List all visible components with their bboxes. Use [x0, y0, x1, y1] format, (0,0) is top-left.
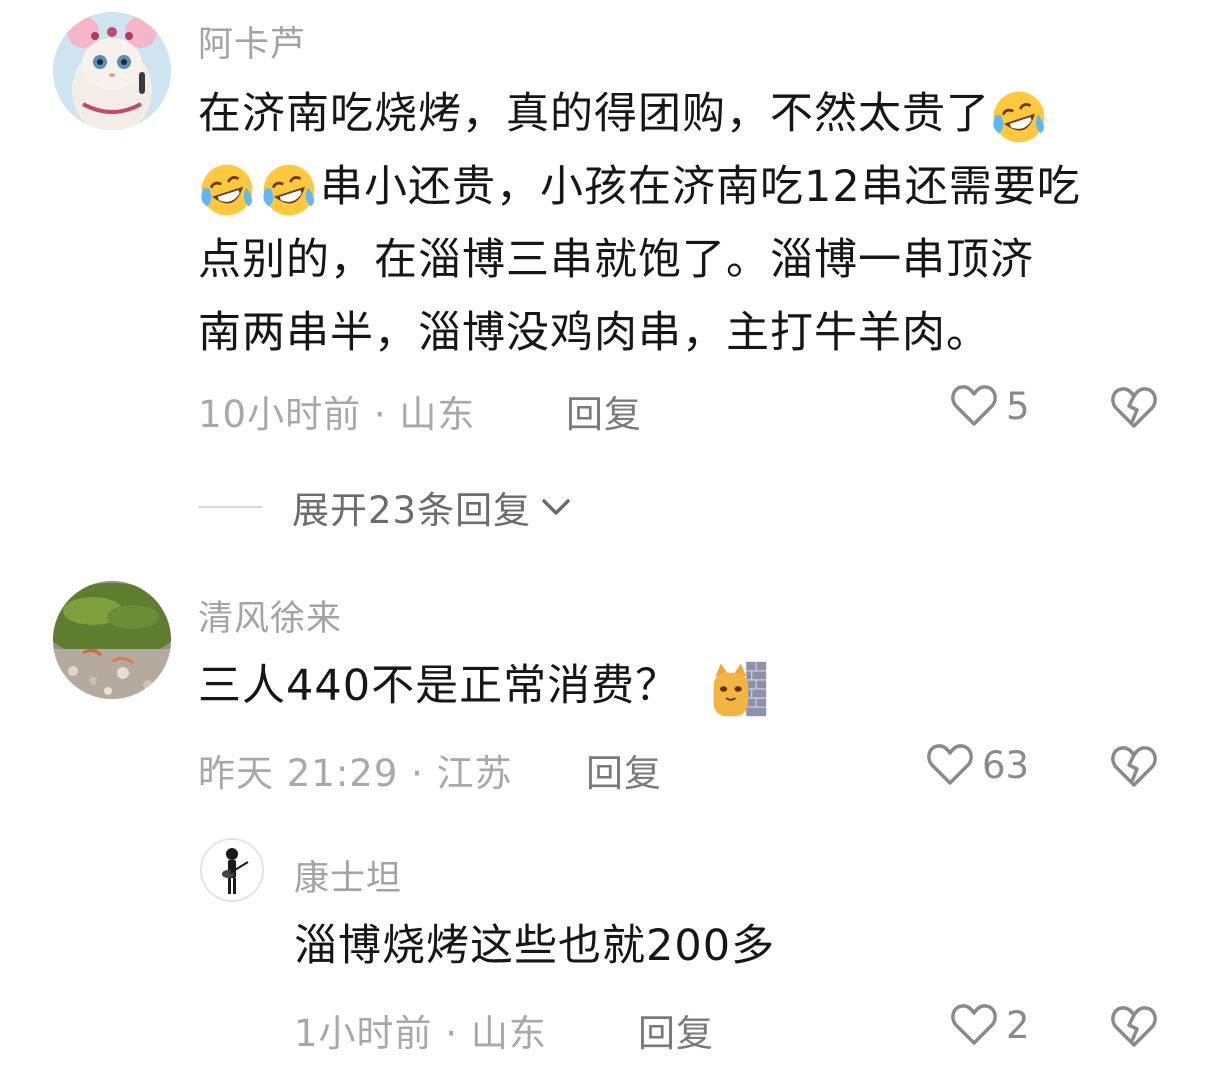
reply-timestamp-location: 1小时前 · 山东: [294, 1012, 547, 1055]
broken-heart-icon: [1111, 1006, 1157, 1047]
expand-divider: [198, 506, 262, 508]
comment-username[interactable]: 阿卡芦: [198, 16, 306, 67]
like-button[interactable]: 2: [950, 1003, 1030, 1047]
like-count: 2: [1006, 1003, 1030, 1047]
laughing-crying-emoji-icon: [263, 164, 315, 215]
comment-text: 三人440不是正常消费？: [198, 650, 1188, 723]
reply-text: 淄博烧烤这些也就200多: [294, 921, 776, 971]
expand-replies-button[interactable]: 展开23条回复: [198, 480, 573, 534]
broken-heart-icon: [1111, 746, 1157, 787]
like-count: 63: [982, 743, 1030, 787]
heart-outline-icon: [951, 385, 997, 426]
comment-username[interactable]: 清风徐来: [198, 590, 342, 641]
reply-username[interactable]: 康士坦: [294, 850, 402, 901]
comment-timestamp-location: 10小时前 · 山东: [198, 393, 476, 436]
laughing-crying-emoji-icon: [201, 164, 253, 215]
comment-text-line: 在济南吃烧烤，真的得团购，不然太贵了: [198, 89, 990, 139]
comment-text-line: 串小还贵，小孩在济南吃12串还需要吃: [320, 162, 1081, 212]
comment-timestamp-location: 昨天 21:29 · 江苏: [198, 752, 513, 795]
broken-heart-icon: [1111, 387, 1157, 428]
dislike-button[interactable]: [1110, 745, 1158, 793]
guitarist-avatar-image: [202, 840, 262, 900]
comment-text-line: 三人440不是正常消费？: [198, 661, 680, 711]
avatar-moss-stone[interactable]: [53, 581, 171, 699]
expand-replies-label: 展开23条回复: [292, 489, 532, 532]
chevron-down-icon: [542, 499, 570, 515]
comment-text: 在济南吃烧烤，真的得团购，不然太贵了 串小还贵，小孩在济南吃12串还需要吃 点别…: [198, 78, 1188, 370]
like-count: 5: [1006, 384, 1030, 428]
avatar-cat[interactable]: [53, 12, 171, 130]
comment-text-line: 南两串半，淄博没鸡肉串，主打牛羊肉。: [198, 308, 990, 358]
heart-outline-icon: [951, 1004, 997, 1045]
cat-avatar-image: [53, 12, 171, 130]
heart-outline-icon: [927, 744, 973, 785]
cat-peeking-emoji-icon: [713, 661, 766, 716]
reply-button[interactable]: 回复: [638, 1003, 714, 1057]
dislike-button[interactable]: [1110, 1005, 1158, 1053]
reply-button[interactable]: 回复: [566, 384, 642, 438]
avatar-guitarist[interactable]: [200, 838, 264, 902]
dislike-button[interactable]: [1110, 386, 1158, 434]
like-button[interactable]: 63: [926, 743, 1029, 787]
like-button[interactable]: 5: [950, 384, 1030, 428]
moss-stone-avatar-image: [53, 581, 171, 699]
reply-button[interactable]: 回复: [586, 743, 662, 797]
laughing-crying-emoji-icon: [993, 91, 1045, 142]
comment-text-line: 点别的，在淄博三串就饱了。淄博一串顶济: [198, 235, 1034, 285]
